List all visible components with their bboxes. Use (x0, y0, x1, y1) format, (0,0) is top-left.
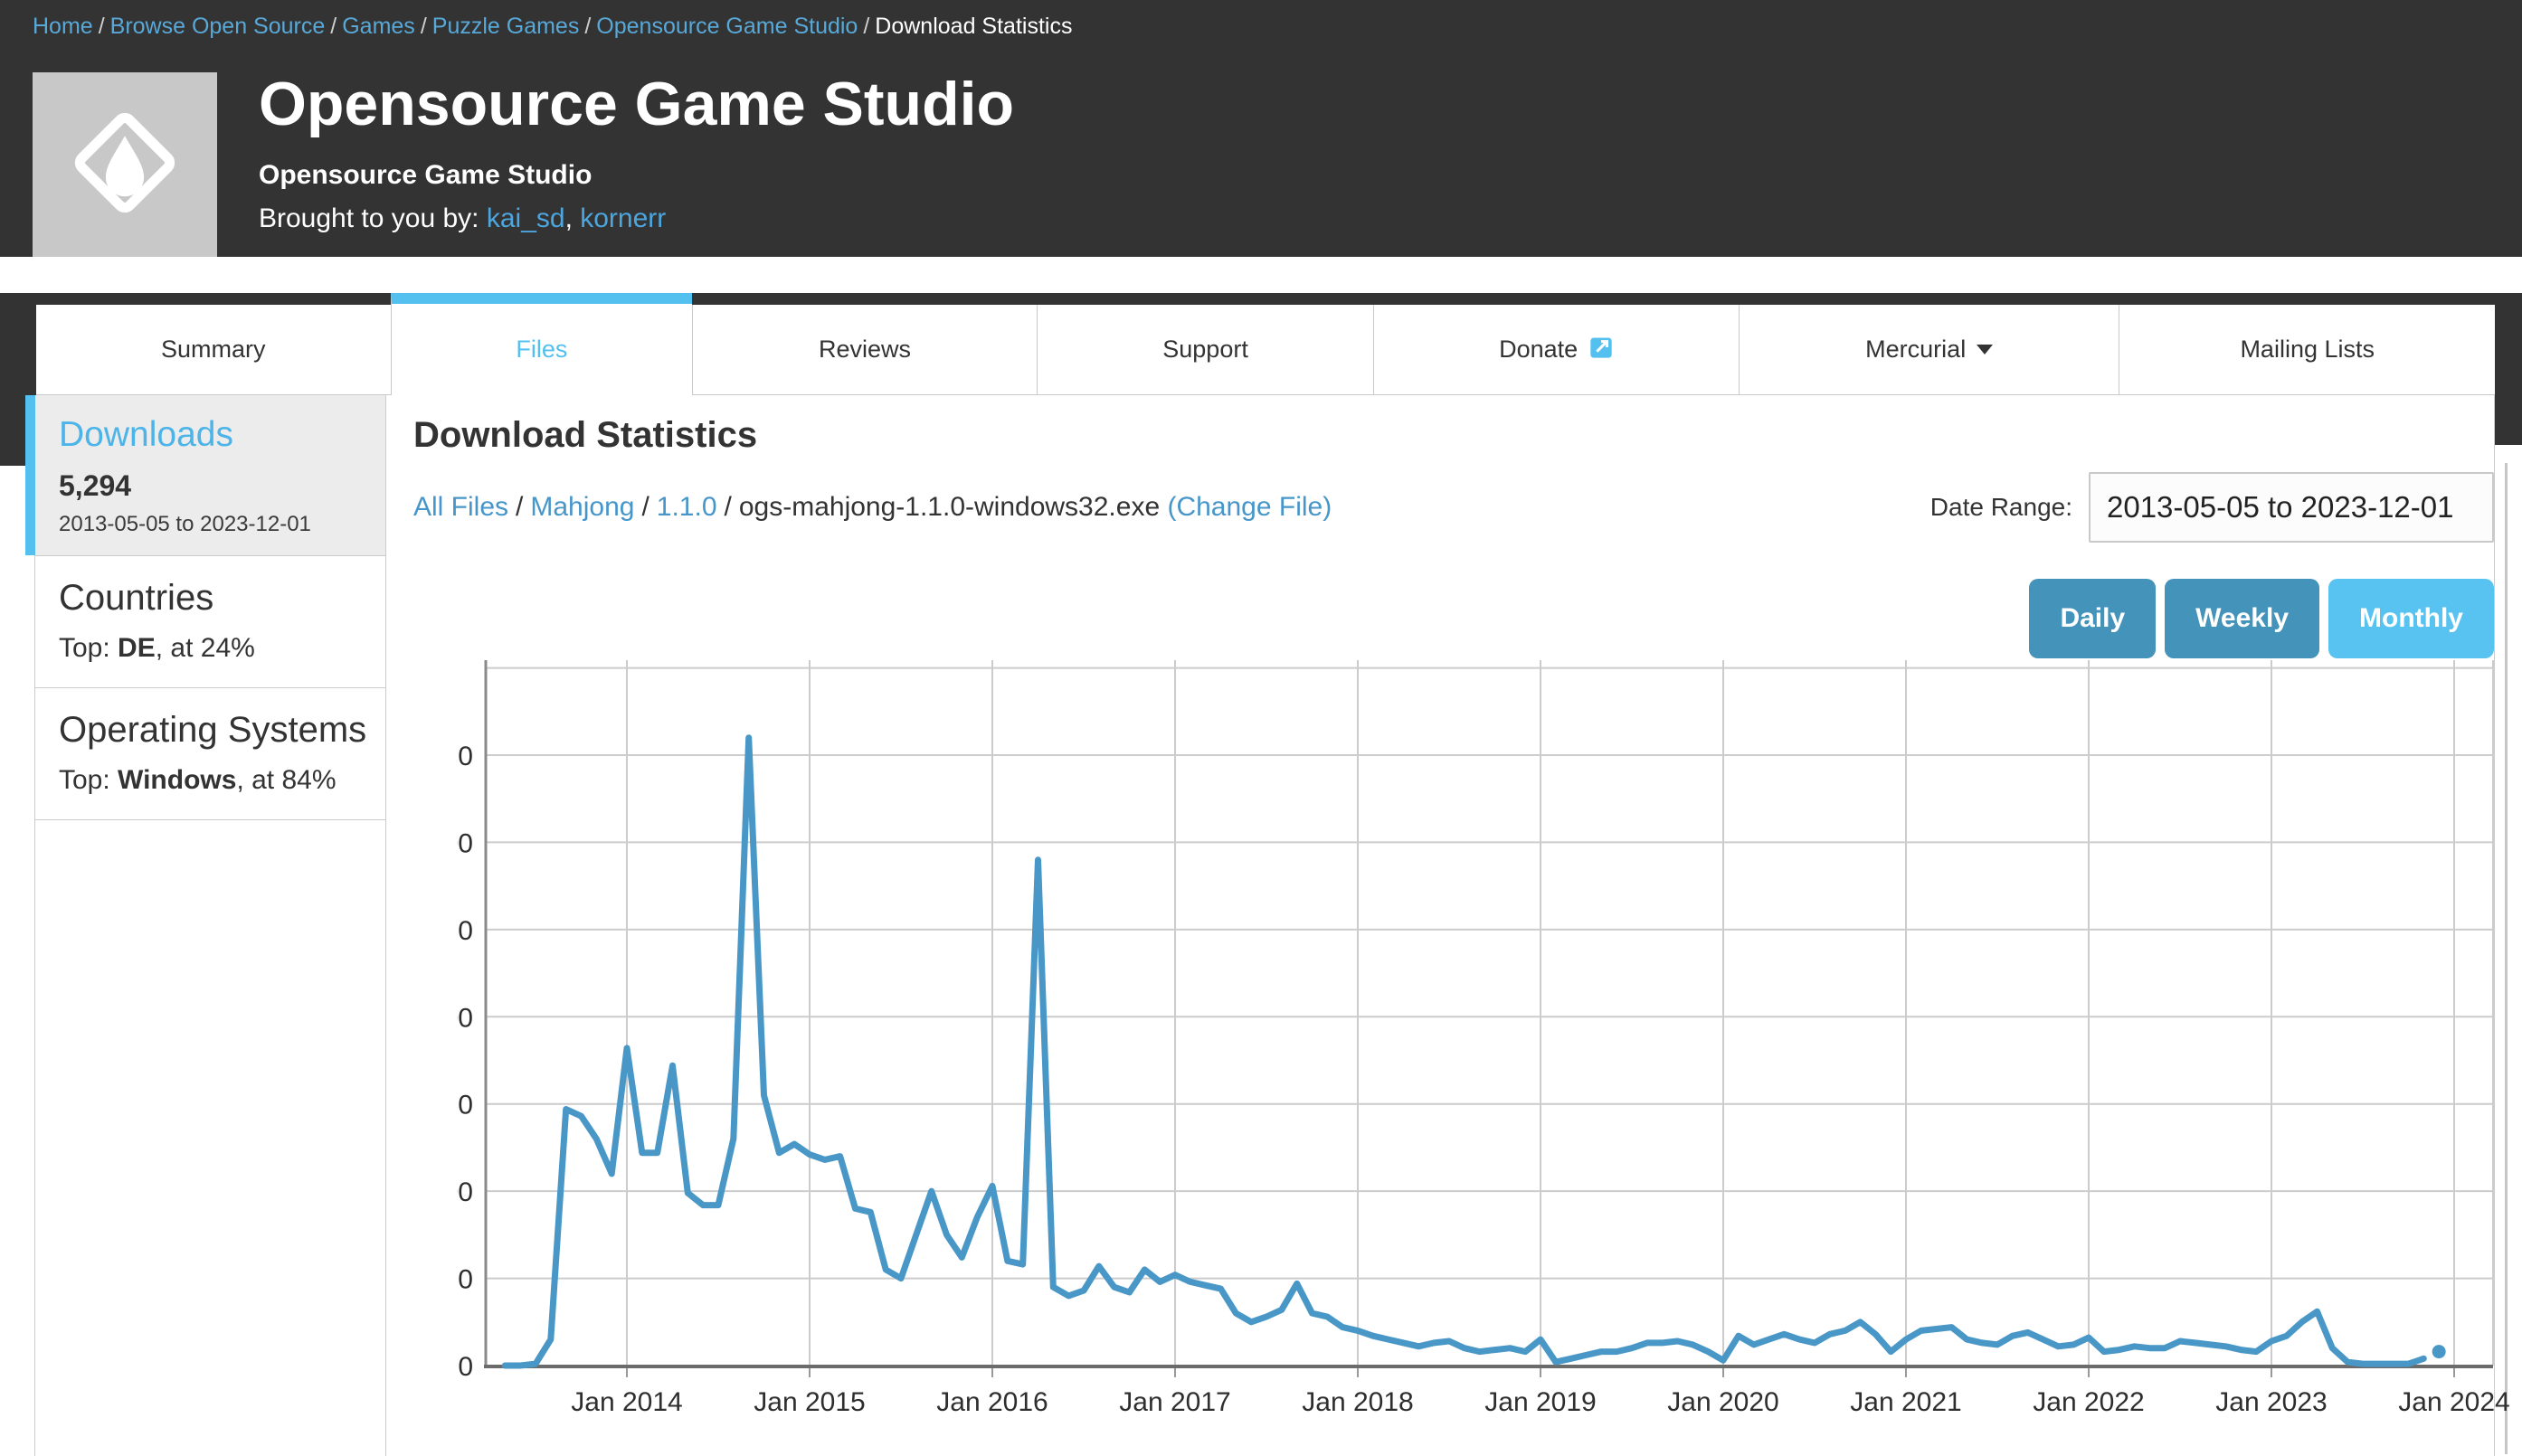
svg-text:150: 150 (457, 1091, 473, 1120)
sidebar: Downloads 5,294 2013-05-05 to 2023-12-01… (35, 395, 386, 1456)
countries-title: Countries (59, 578, 367, 619)
svg-text:250: 250 (457, 916, 473, 946)
external-link-icon (1588, 335, 1614, 366)
breadcrumb-separator: / (325, 14, 342, 39)
svg-text:Jan 2021: Jan 2021 (1850, 1387, 1961, 1417)
breadcrumb-link-project[interactable]: Opensource Game Studio (596, 14, 858, 39)
svg-text:100: 100 (457, 1177, 473, 1207)
tab-donate[interactable]: Donate (1373, 305, 1739, 395)
path-separator: / (717, 492, 739, 522)
downloads-chart: Jan 2014 Jan 2015 Jan 2016 Jan 2017 Jan 2018… (457, 633, 2522, 1429)
svg-text:350: 350 (457, 742, 473, 771)
svg-text:Jan 2020: Jan 2020 (1667, 1387, 1778, 1417)
svg-text:Jan 2016: Jan 2016 (936, 1387, 1048, 1417)
file-name: ogs-mahjong-1.1.0-windows32.exe (739, 492, 1160, 522)
tab-reviews[interactable]: Reviews (692, 305, 1037, 395)
header-edge-right (2495, 393, 2522, 445)
svg-text:Jan 2014: Jan 2014 (571, 1387, 682, 1417)
change-file-link[interactable]: (Change File) (1167, 492, 1332, 522)
breadcrumb-link-puzzle-games[interactable]: Puzzle Games (432, 14, 580, 39)
file-path-mahjong[interactable]: Mahjong (530, 492, 634, 522)
svg-text:Jan 2022: Jan 2022 (2033, 1387, 2144, 1417)
tab-label: Mercurial (1865, 336, 1966, 364)
breadcrumb-link-browse[interactable]: Browse Open Source (110, 14, 326, 39)
section-heading: Download Statistics (413, 415, 2494, 456)
path-separator: / (508, 492, 530, 522)
brought-to-you-by: Brought to you by: kai_sd, kornerr (259, 203, 1014, 234)
sidebar-downloads-label: Downloads (59, 415, 367, 455)
svg-text:Jan 2015: Jan 2015 (754, 1387, 865, 1417)
svg-text:Jan 2023: Jan 2023 (2215, 1387, 2327, 1417)
breadcrumb-link-games[interactable]: Games (342, 14, 415, 39)
tab-label: Files (516, 336, 567, 364)
breadcrumb-separator: / (858, 14, 875, 39)
countries-top: Top: DE, at 24% (59, 633, 367, 664)
tab-files[interactable]: Files (391, 293, 693, 395)
project-subtitle: Opensource Game Studio (259, 160, 1014, 191)
sidebar-item-countries[interactable]: Countries Top: DE, at 24% (35, 556, 385, 688)
file-path-all-files[interactable]: All Files (413, 492, 508, 522)
svg-text:0: 0 (458, 1352, 473, 1382)
file-breadcrumb: All Files/Mahjong/1.1.0/ogs-mahjong-1.1.… (413, 492, 1332, 523)
svg-text:Jan 2018: Jan 2018 (1302, 1387, 1413, 1417)
droplet-diamond-icon (69, 107, 181, 223)
breadcrumb-separator: / (93, 14, 110, 39)
sidebar-item-downloads[interactable]: Downloads 5,294 2013-05-05 to 2023-12-01 (35, 395, 385, 556)
chevron-down-icon (1977, 345, 1993, 355)
breadcrumb-separator: / (415, 14, 432, 39)
svg-text:Jan 2017: Jan 2017 (1119, 1387, 1230, 1417)
page-title: Opensource Game Studio (259, 72, 1014, 137)
brought-by-label: Brought to you by: (259, 203, 479, 233)
tab-label: Summary (161, 336, 266, 364)
breadcrumb-separator: / (579, 14, 596, 39)
breadcrumb-link-home[interactable]: Home (33, 14, 93, 39)
tab-label: Reviews (819, 336, 911, 364)
svg-text:200: 200 (457, 1003, 473, 1033)
breadcrumb-current: Download Statistics (875, 14, 1072, 39)
project-logo (33, 72, 217, 257)
svg-text:300: 300 (457, 828, 473, 858)
maintainer-link-kai-sd[interactable]: kai_sd (487, 203, 565, 233)
svg-text:Jan 2024: Jan 2024 (2398, 1387, 2509, 1417)
tab-support[interactable]: Support (1037, 305, 1374, 395)
comma: , (565, 203, 573, 233)
tab-bar: Summary Files Reviews Support Donate Mer… (36, 293, 2495, 395)
svg-text:Jan 2019: Jan 2019 (1484, 1387, 1596, 1417)
date-range-label: Date Range: (1930, 493, 2072, 522)
tab-label: Mailing Lists (2240, 336, 2375, 364)
page: Home/Browse Open Source/Games/Puzzle Gam… (0, 0, 2522, 1454)
os-title: Operating Systems (59, 710, 367, 751)
breadcrumb: Home/Browse Open Source/Games/Puzzle Gam… (0, 0, 2522, 51)
tab-bar-wrap: Summary Files Reviews Support Donate Mer… (0, 293, 2522, 395)
tab-summary[interactable]: Summary (36, 305, 391, 395)
os-top: Top: Windows, at 84% (59, 765, 367, 796)
file-path-version[interactable]: 1.1.0 (657, 492, 717, 522)
downloads-count: 5,294 (59, 469, 367, 503)
tab-mailing-lists[interactable]: Mailing Lists (2119, 305, 2495, 395)
maintainer-link-kornerr[interactable]: kornerr (580, 203, 666, 233)
downloads-date-range: 2013-05-05 to 2023-12-01 (59, 512, 367, 537)
sidebar-item-operating-systems[interactable]: Operating Systems Top: Windows, at 84% (35, 688, 385, 820)
project-header: Opensource Game Studio Opensource Game S… (0, 51, 2522, 257)
tab-mercurial[interactable]: Mercurial (1739, 305, 2119, 395)
path-separator: / (634, 492, 656, 522)
date-range-input[interactable] (2089, 472, 2494, 543)
svg-text:50: 50 (457, 1265, 473, 1295)
tab-label: Support (1162, 336, 1248, 364)
tab-label: Donate (1499, 336, 1578, 364)
